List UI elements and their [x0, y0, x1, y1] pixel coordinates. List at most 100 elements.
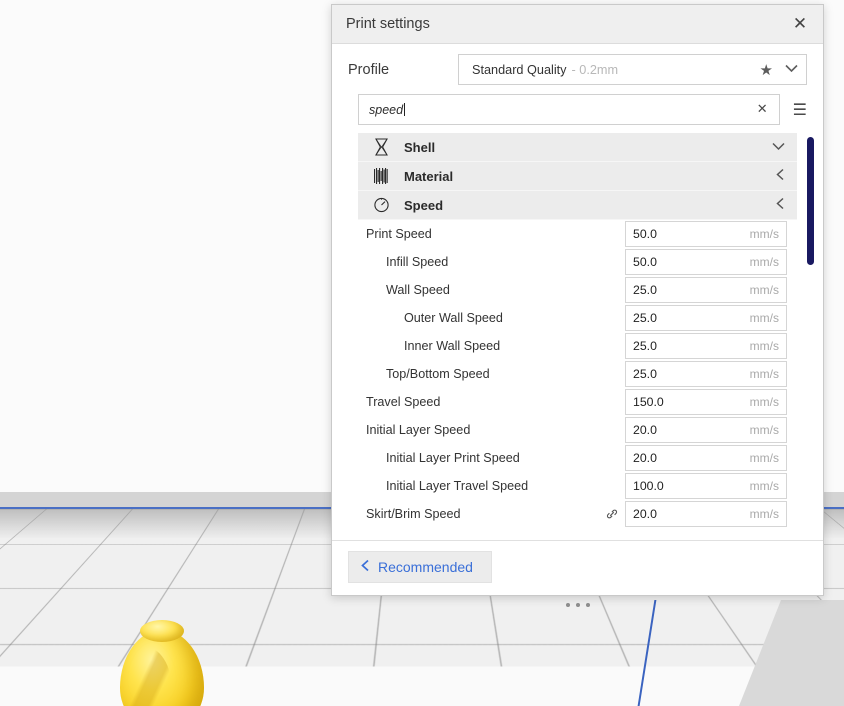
- setting-label: Skirt/Brim Speed: [366, 507, 603, 521]
- search-input[interactable]: speed ✕: [358, 94, 780, 125]
- chevron-left-glyph: [361, 559, 370, 572]
- setting-label: Initial Layer Travel Speed: [366, 479, 603, 493]
- setting-row: Inner Wall Speed 25.0mm/s: [358, 332, 797, 360]
- material-icon-glyph: [373, 167, 390, 185]
- value-unit: mm/s: [750, 423, 779, 437]
- value-unit: mm/s: [750, 255, 779, 269]
- value-input[interactable]: 50.0mm/s: [625, 221, 787, 247]
- value-input[interactable]: 20.0mm/s: [625, 417, 787, 443]
- dialog-footer: Recommended: [332, 540, 823, 595]
- setting-label: Print Speed: [366, 227, 603, 241]
- setting-row: Wall Speed 25.0mm/s: [358, 276, 797, 304]
- build-plate-right-edge: [638, 600, 797, 706]
- value-input[interactable]: 100.0mm/s: [625, 473, 787, 499]
- setting-row: Outer Wall Speed 25.0mm/s: [358, 304, 797, 332]
- value-number: 50.0: [633, 227, 750, 241]
- chevron-down-icon[interactable]: [772, 141, 797, 154]
- settings-list: ShellMaterialSpeedPrint Speed50.0mm/sInf…: [358, 133, 797, 540]
- value-input[interactable]: 20.0mm/s: [625, 501, 787, 527]
- setting-row: Skirt/Brim Speed 20.0mm/s: [358, 500, 797, 528]
- setting-label: Travel Speed: [366, 395, 603, 409]
- value-input[interactable]: 50.0mm/s: [625, 249, 787, 275]
- category-label: Shell: [404, 140, 772, 155]
- grip-dot: [576, 603, 580, 607]
- value-unit: mm/s: [750, 479, 779, 493]
- search-row: speed ✕ ☰: [332, 91, 823, 133]
- profile-label: Profile: [348, 62, 458, 78]
- value-unit: mm/s: [750, 311, 779, 325]
- setting-label: Top/Bottom Speed: [366, 367, 603, 381]
- category-row-speed[interactable]: Speed: [358, 191, 797, 220]
- value-number: 25.0: [633, 311, 750, 325]
- category-label: Speed: [404, 198, 776, 213]
- value-input[interactable]: 150.0mm/s: [625, 389, 787, 415]
- value-unit: mm/s: [750, 227, 779, 241]
- recommended-label: Recommended: [378, 559, 473, 575]
- settings-list-container: ShellMaterialSpeedPrint Speed50.0mm/sInf…: [332, 133, 823, 540]
- category-row-material[interactable]: Material: [358, 162, 797, 191]
- material-icon: [368, 166, 394, 186]
- value-input[interactable]: 20.0mm/s: [625, 445, 787, 471]
- print-settings-dialog: Print settings ✕ Profile Standard Qualit…: [331, 4, 824, 596]
- value-number: 20.0: [633, 423, 750, 437]
- value-unit: mm/s: [750, 507, 779, 521]
- category-label: Material: [404, 169, 776, 184]
- clear-icon[interactable]: ✕: [752, 102, 773, 117]
- grip-dot: [586, 603, 590, 607]
- category-row-shell[interactable]: Shell: [358, 133, 797, 162]
- chevron-down-glyph: [785, 64, 798, 73]
- value-number: 50.0: [633, 255, 750, 269]
- value-unit: mm/s: [750, 367, 779, 381]
- setting-label: Outer Wall Speed: [366, 311, 603, 325]
- profile-row: Profile Standard Quality - 0.2mm ★: [332, 44, 823, 91]
- setting-label: Initial Layer Speed: [366, 423, 603, 437]
- close-icon[interactable]: ✕: [787, 11, 813, 37]
- chevron-down-icon[interactable]: [785, 64, 798, 76]
- value-number: 25.0: [633, 367, 750, 381]
- hamburger-menu-icon[interactable]: ☰: [793, 100, 807, 119]
- resize-grip[interactable]: [566, 603, 590, 607]
- value-number: 150.0: [633, 395, 750, 409]
- value-input[interactable]: 25.0mm/s: [625, 333, 787, 359]
- speed-icon: [368, 195, 394, 215]
- value-input[interactable]: 25.0mm/s: [625, 277, 787, 303]
- profile-name: Standard Quality: [472, 63, 567, 77]
- setting-label: Wall Speed: [366, 283, 603, 297]
- setting-row: Initial Layer Speed 20.0mm/s: [358, 416, 797, 444]
- value-number: 25.0: [633, 283, 750, 297]
- grip-dot: [566, 603, 570, 607]
- value-number: 25.0: [633, 339, 750, 353]
- value-unit: mm/s: [750, 283, 779, 297]
- model-top-knob: [140, 620, 184, 642]
- chevron-left-icon[interactable]: [776, 197, 797, 213]
- profile-variant: - 0.2mm: [572, 63, 619, 77]
- text-caret: [404, 103, 405, 116]
- setting-row: Print Speed 50.0mm/s: [358, 220, 797, 248]
- setting-label: Initial Layer Print Speed: [366, 451, 603, 465]
- profile-dropdown[interactable]: Standard Quality - 0.2mm ★: [458, 54, 807, 85]
- link-icon[interactable]: [603, 507, 621, 521]
- speed-icon-glyph: [373, 196, 390, 214]
- star-icon[interactable]: ★: [760, 61, 773, 79]
- shell-icon: [368, 137, 394, 157]
- value-input[interactable]: 25.0mm/s: [625, 361, 787, 387]
- value-unit: mm/s: [750, 339, 779, 353]
- scrollbar-thumb[interactable]: [807, 137, 814, 265]
- dialog-titlebar[interactable]: Print settings ✕: [332, 5, 823, 44]
- chevron-left-icon[interactable]: [776, 168, 797, 184]
- value-unit: mm/s: [750, 451, 779, 465]
- setting-row: Travel Speed 150.0mm/s: [358, 388, 797, 416]
- setting-row: Infill Speed 50.0mm/s: [358, 248, 797, 276]
- value-input[interactable]: 25.0mm/s: [625, 305, 787, 331]
- setting-label: Infill Speed: [366, 255, 603, 269]
- recommended-button[interactable]: Recommended: [348, 551, 492, 583]
- search-value: speed: [369, 103, 752, 117]
- setting-label: Inner Wall Speed: [366, 339, 603, 353]
- setting-row: Initial Layer Travel Speed 100.0mm/s: [358, 472, 797, 500]
- chevron-left-icon: [361, 559, 370, 576]
- value-number: 20.0: [633, 451, 750, 465]
- setting-row: Initial Layer Print Speed 20.0mm/s: [358, 444, 797, 472]
- value-number: 20.0: [633, 507, 750, 521]
- scrollbar[interactable]: [805, 135, 815, 538]
- dialog-title: Print settings: [346, 16, 787, 32]
